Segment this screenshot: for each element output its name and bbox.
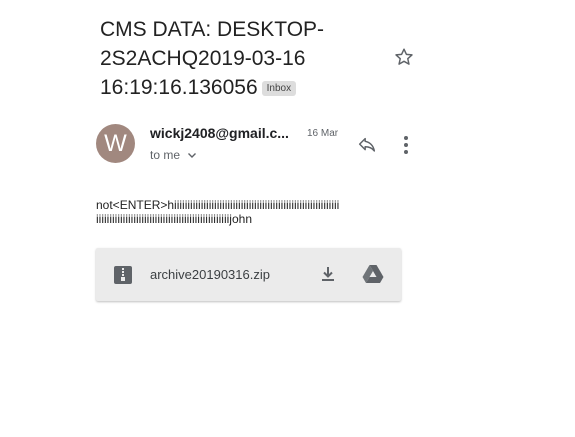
email-view: CMS DATA: DESKTOP-2S2ACHQ2019-03-16 16:1… [0, 0, 575, 437]
email-body: not<ENTER>hiiiiiiiiiiiiiiiiiiiiiiiiiiiii… [96, 198, 340, 226]
zip-file-icon [114, 266, 132, 284]
recipient-details-toggle[interactable]: to me [150, 147, 198, 163]
sender-avatar: W [96, 124, 135, 163]
email-subject: CMS DATA: DESKTOP-2S2ACHQ2019-03-16 16:1… [100, 15, 380, 102]
attachment-filename: archive20190316.zip [150, 267, 270, 282]
inbox-label-badge[interactable]: Inbox [261, 81, 297, 96]
more-vert-icon[interactable] [396, 134, 416, 156]
attachment-card[interactable]: archive20190316.zip [96, 248, 401, 301]
recipient-label: to me [150, 148, 181, 162]
chevron-down-icon [188, 153, 197, 158]
download-icon[interactable] [318, 264, 338, 284]
email-date: 16 Mar [307, 128, 339, 139]
google-drive-icon[interactable] [362, 264, 384, 284]
sender-address: wickj2408@gmail.c... [150, 125, 289, 141]
reply-icon[interactable] [356, 134, 378, 156]
star-icon[interactable] [393, 46, 415, 68]
